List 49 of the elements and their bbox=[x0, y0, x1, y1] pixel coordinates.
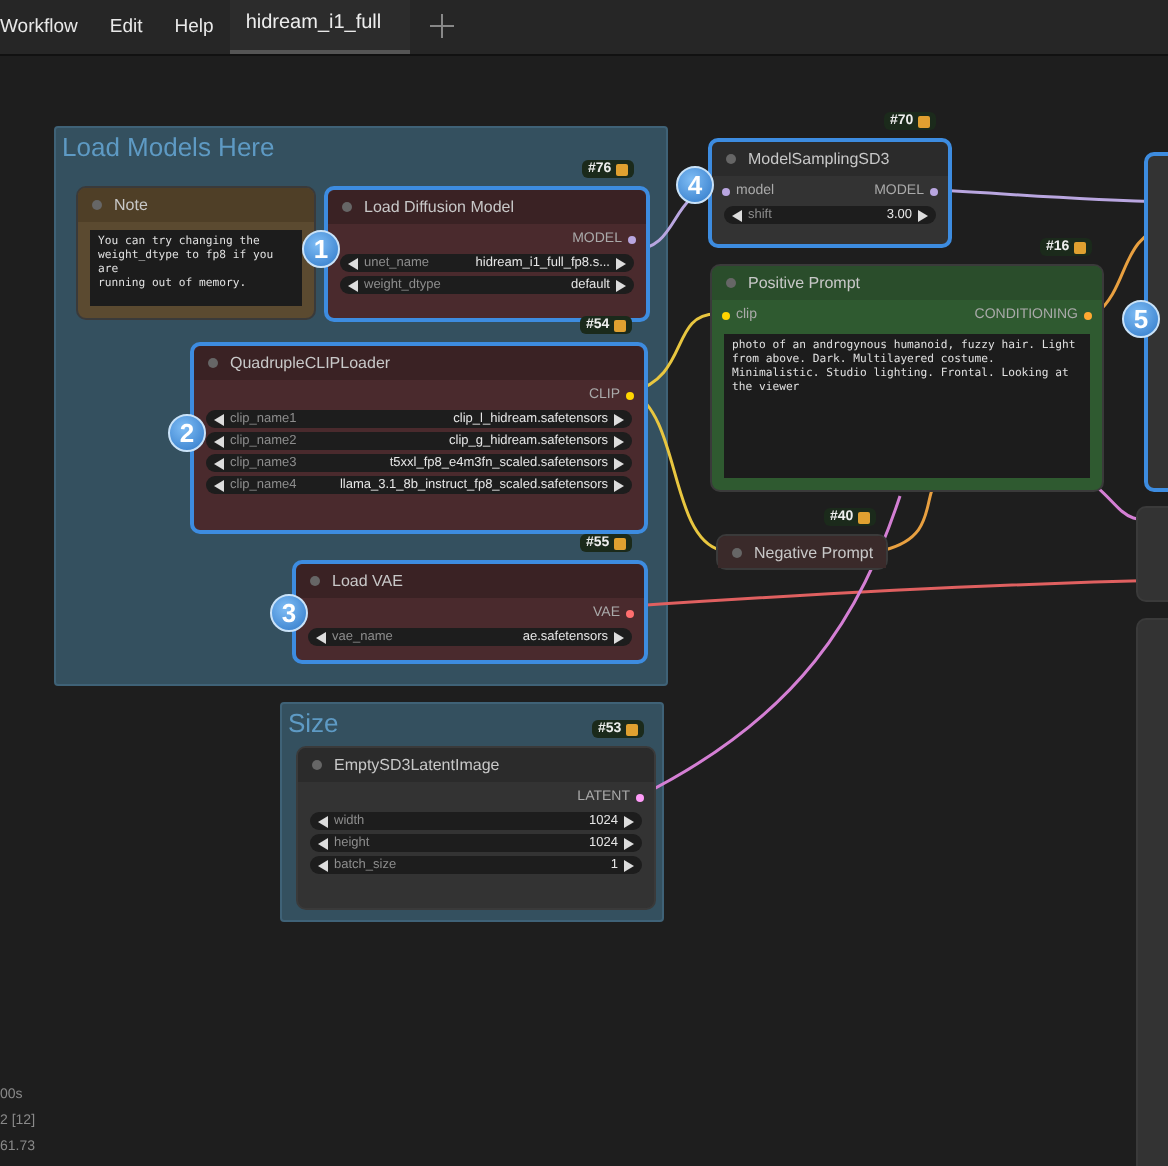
node-title: Load VAE bbox=[332, 572, 403, 590]
collapse-dot-icon[interactable] bbox=[732, 547, 742, 557]
step-number: 4 bbox=[676, 166, 714, 204]
node-icon bbox=[613, 319, 626, 331]
left-arrow-icon[interactable] bbox=[316, 631, 326, 643]
collapse-dot-icon[interactable] bbox=[312, 760, 322, 770]
add-tab-icon[interactable] bbox=[429, 14, 454, 38]
collapse-dot-icon[interactable] bbox=[342, 202, 352, 212]
output-slot-icon[interactable] bbox=[636, 793, 644, 801]
collapse-dot-icon[interactable] bbox=[726, 278, 736, 288]
node-icon bbox=[857, 511, 870, 523]
node-title: Negative Prompt bbox=[754, 543, 874, 561]
graph-node[interactable]: Negative Prompt bbox=[716, 534, 888, 570]
right-arrow-icon[interactable] bbox=[614, 631, 624, 643]
menu-item[interactable]: Edit bbox=[93, 0, 159, 54]
node-title: ModelSamplingSD3 bbox=[748, 150, 890, 168]
graph-node[interactable] bbox=[190, 342, 648, 534]
node-icon bbox=[615, 163, 628, 175]
collapse-dot-icon[interactable] bbox=[208, 358, 218, 368]
output-slot-icon[interactable] bbox=[628, 235, 636, 243]
output-slot-icon[interactable] bbox=[1084, 311, 1092, 319]
node-title: Load Diffusion Model bbox=[364, 198, 515, 216]
group-title: Load Models Here bbox=[60, 130, 277, 166]
node-icon bbox=[1073, 241, 1086, 253]
step-number: 2 bbox=[168, 414, 206, 452]
node-title: QuadrupleCLIPLoader bbox=[230, 354, 391, 372]
collapse-dot-icon[interactable] bbox=[726, 154, 736, 164]
node-icon bbox=[625, 723, 638, 735]
node-icon bbox=[613, 537, 626, 549]
output-slot-icon[interactable] bbox=[626, 609, 634, 617]
menu-item[interactable]: Help bbox=[158, 0, 230, 54]
node-title: Note bbox=[114, 196, 148, 214]
node-group[interactable] bbox=[54, 126, 668, 686]
step-number: 5 bbox=[1122, 300, 1160, 338]
node-title: Positive Prompt bbox=[748, 274, 861, 292]
menu-item[interactable]: Workflow bbox=[0, 0, 94, 54]
collapse-dot-icon[interactable] bbox=[92, 200, 102, 210]
node-title: EmptySD3LatentImage bbox=[334, 756, 500, 774]
input-slot-icon[interactable] bbox=[722, 187, 730, 195]
node-icon bbox=[917, 115, 930, 127]
left-arrow-icon[interactable] bbox=[732, 209, 742, 221]
input-slot-icon[interactable] bbox=[722, 311, 730, 319]
workflow-tab[interactable]: hidream_i1_full bbox=[229, 0, 410, 54]
output-slot-icon[interactable] bbox=[930, 187, 938, 195]
right-arrow-icon[interactable] bbox=[918, 209, 928, 221]
collapse-dot-icon[interactable] bbox=[310, 576, 320, 586]
group-title: Size bbox=[286, 706, 341, 742]
output-slot-icon[interactable] bbox=[626, 391, 634, 399]
step-number: 3 bbox=[270, 594, 308, 632]
